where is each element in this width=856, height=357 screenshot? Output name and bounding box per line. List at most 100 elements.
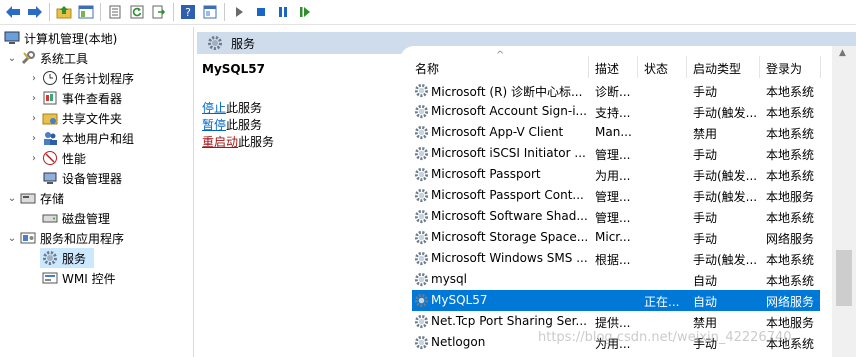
service-name-cell: Microsoft Passport [431,167,541,181]
properties-icon[interactable] [201,3,219,21]
column-header-startup-type[interactable]: 启动类型 [693,60,741,77]
scrollbar-thumb[interactable] [836,250,852,306]
restart-action: 重启动此服务 [202,133,274,150]
table-row[interactable]: Microsoft Account Sign-i... 支持... 手动(触发...… [412,101,820,122]
start-icon[interactable] [230,3,248,21]
tree-item-services-applications[interactable]: ⌄ 服务和应用程序 [6,228,124,248]
service-description-cell: 诊断... [595,85,631,99]
service-startup-type-cell: 自动 [693,274,718,288]
up-folder-icon[interactable] [55,3,73,21]
column-divider[interactable] [820,56,821,78]
service-gear-icon [414,167,429,182]
service-details-panel: MySQL57 停止此服务 暂停此服务 重启动此服务 [197,56,397,356]
table-row[interactable]: Microsoft Passport Cont... 管理... 手动(触发... 本… [412,185,820,206]
column-divider[interactable] [759,56,760,78]
table-row[interactable]: Net.Tcp Port Sharing Ser... 提供... 禁用 本地服务 [412,311,820,332]
service-description-cell: 管理... [595,211,631,225]
pause-icon[interactable] [274,3,292,21]
service-gear-icon [414,230,429,245]
vertical-scrollbar[interactable]: ▲ [832,46,856,357]
table-row[interactable]: Microsoft Windows SMS ... 根据... 手动(触发... 本地… [412,248,820,269]
service-name-cell: Microsoft Account Sign-i... [431,104,587,118]
service-log-on-as-cell: 本地系统 [766,106,815,120]
gear-icon [42,250,58,266]
service-description-cell: Micr... [595,230,631,244]
scroll-up-icon[interactable]: ▲ [839,48,846,58]
service-description-cell: 支持... [595,106,631,120]
service-log-on-as-cell: 网络服务 [766,232,815,246]
tree-item-storage[interactable]: ⌄ 存储 [6,188,64,208]
tree-item-computer-management[interactable]: 计算机管理(本地) [4,28,117,48]
service-description-cell: 管理... [595,148,631,162]
restart-service-link[interactable]: 重启动 [202,135,238,149]
chevron-down-icon[interactable]: ⌄ [6,232,18,244]
tree-item-local-users-groups[interactable]: › 本地用户和组 [28,128,134,148]
chevron-right-icon[interactable]: › [28,152,40,164]
event-viewer-icon [42,90,58,106]
column-header-log-on-as[interactable]: 登录为 [766,60,802,77]
resume-icon[interactable] [296,3,314,21]
service-name-cell: mysql [431,272,467,286]
tree-item-wmi-control[interactable]: WMI 控件 [40,268,116,288]
service-gear-icon [414,251,429,266]
page-title: 服务 [231,36,256,51]
column-divider[interactable] [588,56,589,78]
table-row[interactable]: Microsoft App-V Client Man... 禁用 本地系统 [412,122,820,143]
table-row[interactable]: mysql 自动 本地系统 [412,269,820,290]
service-name-cell: Microsoft iSCSI Initiator ... [431,146,586,160]
chevron-right-icon[interactable]: › [28,92,40,104]
table-row[interactable]: Microsoft Storage Space... Micr... 手动 网络服务 [412,227,820,248]
toolbar-separator [224,3,225,21]
table-row[interactable]: Microsoft (R) 诊断中心标... 诊断... 手动 本地系统 [412,80,820,101]
forward-icon[interactable] [26,3,44,21]
tree-item-system-tools[interactable]: ⌄ 系统工具 [6,48,88,68]
service-log-on-as-cell: 本地系统 [766,274,815,288]
tree-item-event-viewer[interactable]: › 事件查看器 [28,88,122,108]
service-startup-type-cell: 禁用 [693,127,718,141]
svg-text:?: ? [185,6,191,19]
table-row[interactable]: Microsoft Passport 为用... 手动(触发... 本地系统 [412,164,820,185]
service-log-on-as-cell: 本地系统 [766,253,815,267]
export-icon[interactable] [150,3,168,21]
column-header-name[interactable]: 名称 [415,60,439,77]
chevron-down-icon[interactable]: ⌄ [6,192,18,204]
help-icon[interactable]: ? [179,3,197,21]
table-row[interactable]: Microsoft Software Shad... 管理... 手动 本地系统 [412,206,820,227]
shared-folder-icon [42,110,58,126]
table-row[interactable]: Microsoft iSCSI Initiator ... 管理... 手动 本地系统 [412,143,820,164]
tree-item-services[interactable]: 服务 [40,248,94,268]
service-log-on-as-cell: 本地系统 [766,211,815,225]
service-description-cell: Man... [595,125,632,139]
pause-service-link[interactable]: 暂停 [202,118,226,132]
service-name-cell: Microsoft Windows SMS ... [431,251,587,265]
chevron-right-icon[interactable]: › [28,112,40,124]
service-name-cell: MySQL57 [431,293,488,307]
stop-icon[interactable] [252,3,270,21]
chevron-down-icon[interactable]: ⌄ [6,52,18,64]
refresh-icon[interactable] [128,3,146,21]
stop-service-link[interactable]: 停止 [202,101,226,115]
tree-item-device-manager[interactable]: 设备管理器 [40,168,122,188]
back-icon[interactable] [4,3,22,21]
column-header-description[interactable]: 描述 [595,60,619,77]
show-hide-tree-icon[interactable] [77,3,95,21]
stop-suffix: 此服务 [226,101,263,115]
service-log-on-as-cell: 本地系统 [766,127,815,141]
chevron-right-icon[interactable]: › [28,72,40,84]
service-name-cell: Microsoft Storage Space... [431,230,587,244]
column-divider[interactable] [637,56,638,78]
tree-item-disk-management[interactable]: 磁盘管理 [40,208,110,228]
column-divider[interactable] [686,56,687,78]
tree-item-task-scheduler[interactable]: › 任务计划程序 [28,68,134,88]
tree-item-shared-folders[interactable]: › 共享文件夹 [28,108,122,128]
service-description-cell: 提供... [595,316,631,330]
tree-item-performance[interactable]: › 性能 [28,148,86,168]
wmi-icon [42,270,58,286]
service-log-on-as-cell: 本地服务 [766,316,815,330]
service-gear-icon [414,146,429,161]
computer-icon [4,30,20,46]
chevron-right-icon[interactable]: › [28,132,40,144]
table-row[interactable]: MySQL57 正在... 自动 网络服务 [412,290,820,311]
export-list-icon[interactable] [106,3,124,21]
column-header-status[interactable]: 状态 [644,60,668,77]
